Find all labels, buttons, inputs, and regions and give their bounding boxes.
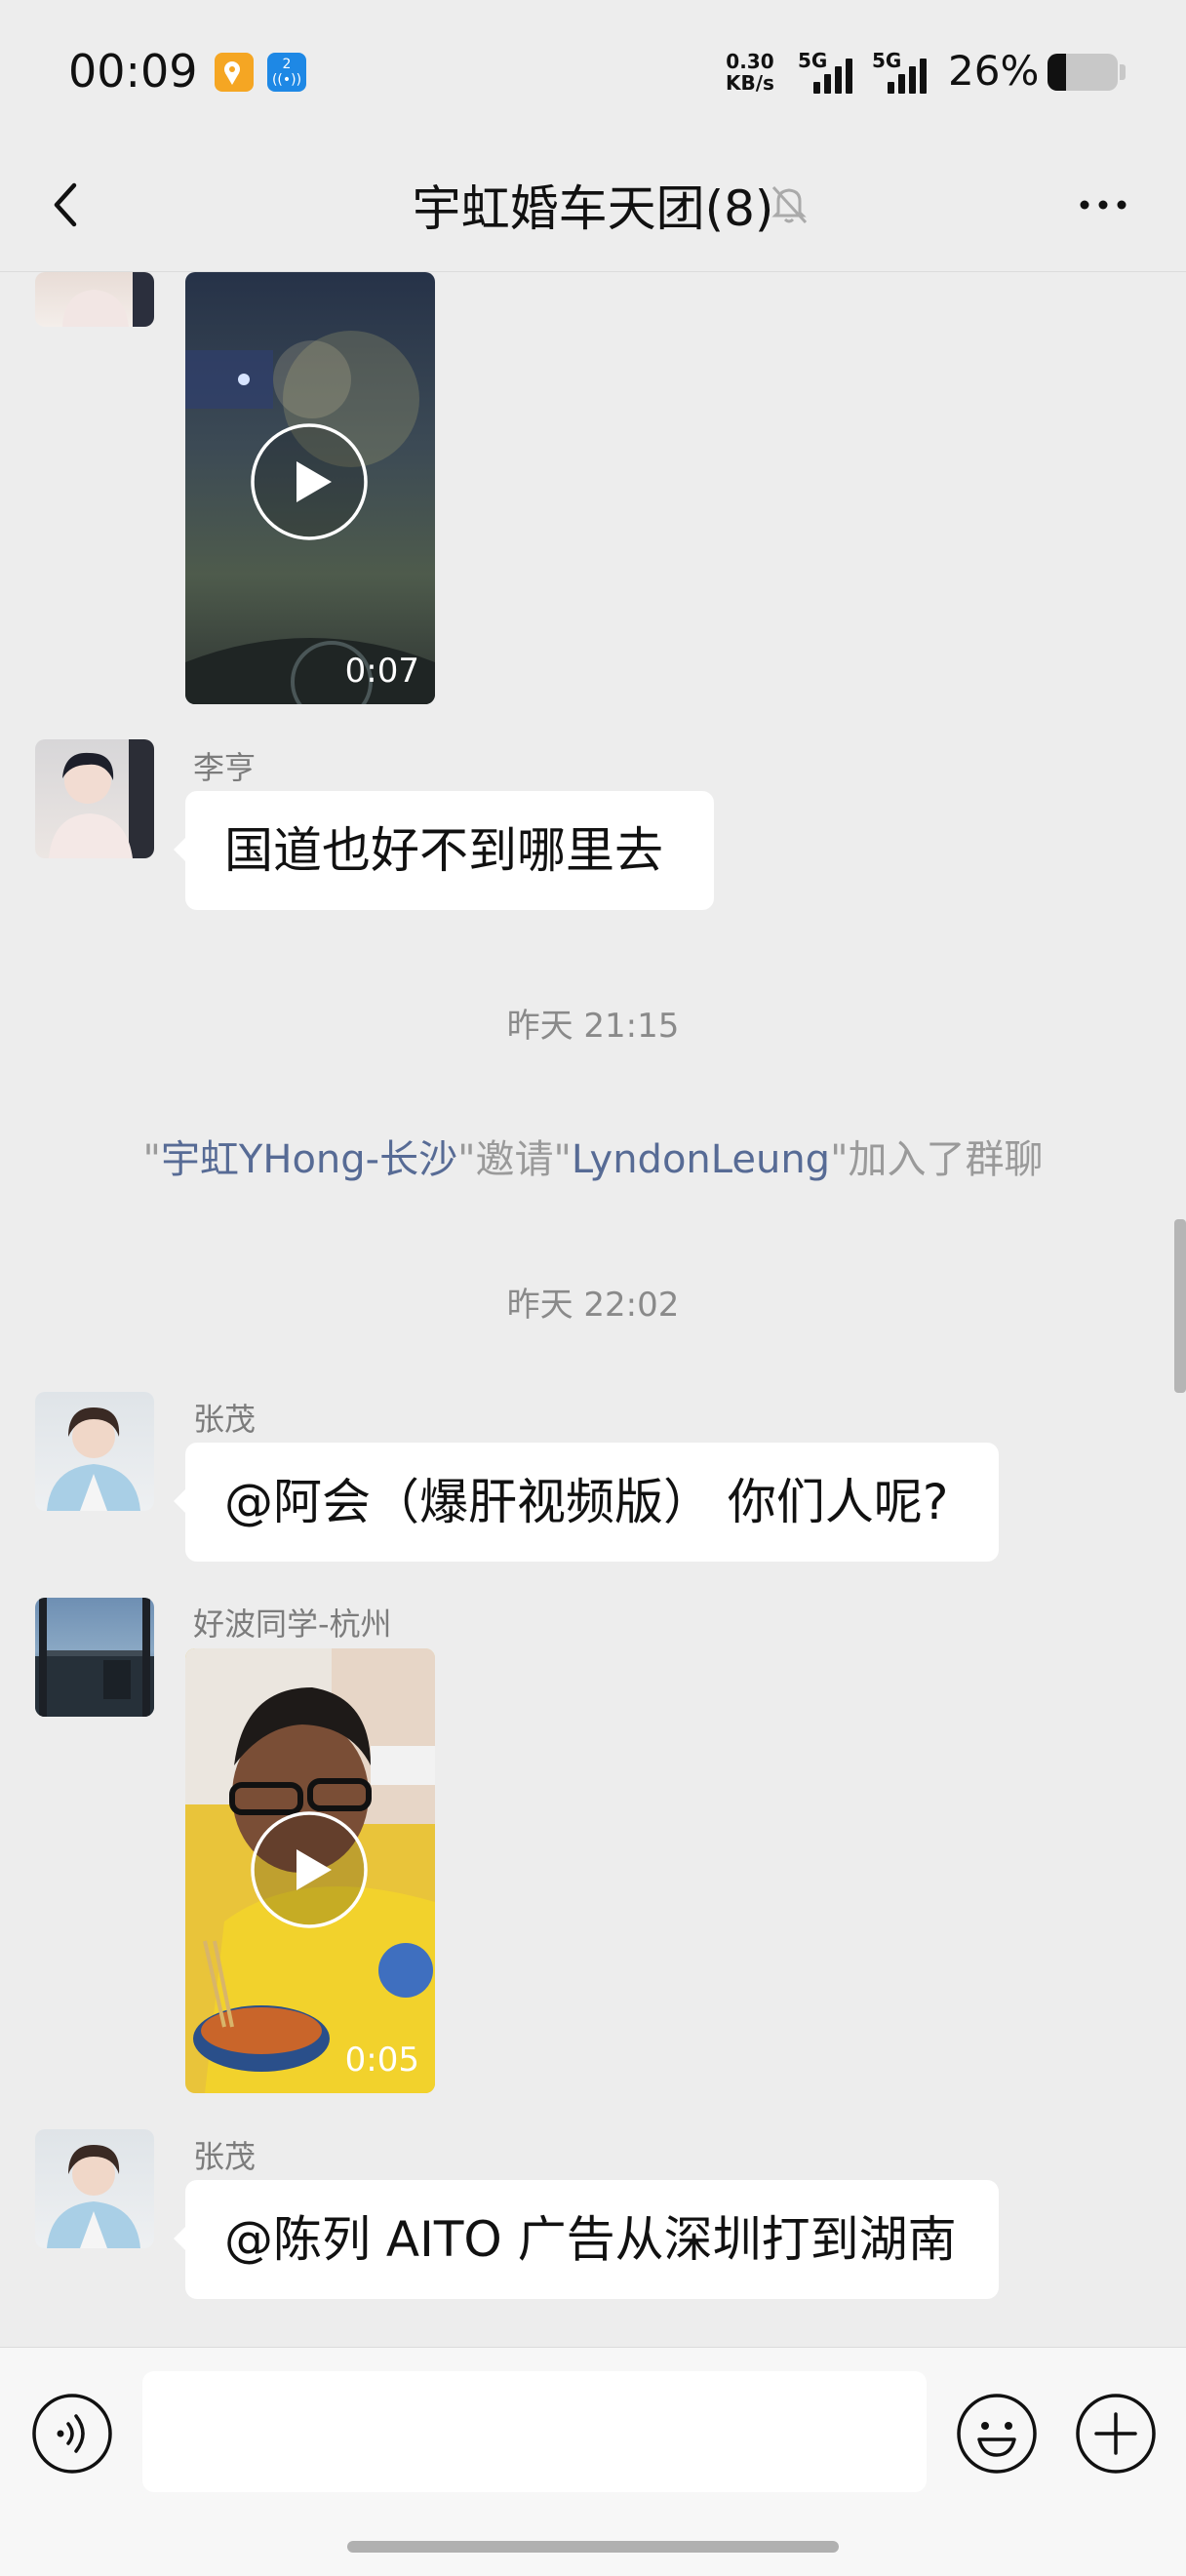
network-speed-unit: KB/s xyxy=(726,71,774,95)
system-message-quote: " xyxy=(457,1137,476,1182)
sender-name: 好波同学-杭州 xyxy=(193,1605,392,1643)
system-message: "宇虹YHong-长沙"邀请"LyndonLeung"加入了群聊 xyxy=(0,1128,1186,1184)
message-input[interactable] xyxy=(142,2371,927,2492)
network-speed-value: 0.30 xyxy=(726,50,774,73)
system-message-verb: 邀请 xyxy=(475,1137,554,1182)
input-bar xyxy=(0,2347,1186,2576)
system-message-quote: " xyxy=(553,1137,572,1182)
battery-icon xyxy=(1048,54,1118,91)
avatar[interactable] xyxy=(35,739,154,858)
play-icon[interactable] xyxy=(250,1810,369,1929)
scrollbar[interactable] xyxy=(1174,1219,1186,1393)
avatar[interactable] xyxy=(35,1598,154,1717)
invitee-link[interactable]: LyndonLeung xyxy=(572,1137,830,1182)
status-time: 00:09 xyxy=(68,45,198,98)
battery-percent: 26% xyxy=(948,47,1040,95)
status-bar: 00:09 2 ((•)) 0.30 KB/s 5G 5G 26% xyxy=(0,0,1186,146)
message-timestamp: 昨天 22:02 xyxy=(506,1286,680,1325)
message-timestamp: 昨天 21:15 xyxy=(506,1007,680,1046)
home-indicator[interactable] xyxy=(347,2541,839,2553)
video-message[interactable]: 0:05 xyxy=(185,1648,435,2093)
network-speed: 0.30 KB/s xyxy=(726,51,774,94)
message-bubble[interactable]: @阿会（爆肝视频版） 你们人呢? xyxy=(174,1443,999,1562)
system-message-quote: " xyxy=(142,1137,161,1182)
sender-name: 张茂 xyxy=(193,2138,257,2175)
avatar[interactable] xyxy=(35,2129,154,2248)
location-notification-icon xyxy=(215,53,254,92)
emoji-icon[interactable] xyxy=(956,2393,1038,2475)
video-message[interactable]: 0:07 xyxy=(185,272,435,704)
avatar[interactable] xyxy=(35,1392,154,1511)
chat-title[interactable]: 宇虹婚车天团(8) xyxy=(413,180,774,237)
system-message-quote: " xyxy=(830,1137,849,1182)
message-bubble[interactable]: 国道也好不到哪里去 xyxy=(174,791,714,910)
signal-1-icon xyxy=(813,59,862,94)
hotspot-badge-count: 2 xyxy=(282,57,292,72)
voice-icon[interactable] xyxy=(31,2393,113,2475)
inviter-link[interactable]: 宇虹YHong-长沙 xyxy=(161,1137,457,1182)
bell-off-icon xyxy=(765,179,813,228)
sender-name: 张茂 xyxy=(193,1401,257,1438)
chat-header: 宇虹婚车天团(8) xyxy=(0,146,1186,272)
message-bubble[interactable]: @陈列 AITO 广告从深圳打到湖南 xyxy=(174,2180,999,2299)
hotspot-notification-icon: 2 ((•)) xyxy=(267,53,306,92)
system-message-suffix: 加入了群聊 xyxy=(848,1137,1044,1182)
video-duration: 0:05 xyxy=(344,2041,419,2080)
battery-cap xyxy=(1120,64,1126,80)
play-icon[interactable] xyxy=(250,422,369,541)
plus-circle-icon[interactable] xyxy=(1075,2393,1157,2475)
battery-level-fill xyxy=(1048,54,1066,91)
signal-2-icon xyxy=(888,59,936,94)
avatar[interactable] xyxy=(35,272,154,327)
more-dots-icon[interactable] xyxy=(1069,176,1137,234)
chat-title-wrap: 宇虹婚车天团(8) xyxy=(0,170,1186,240)
video-duration: 0:07 xyxy=(344,652,419,691)
sender-name: 李亨 xyxy=(193,749,257,786)
